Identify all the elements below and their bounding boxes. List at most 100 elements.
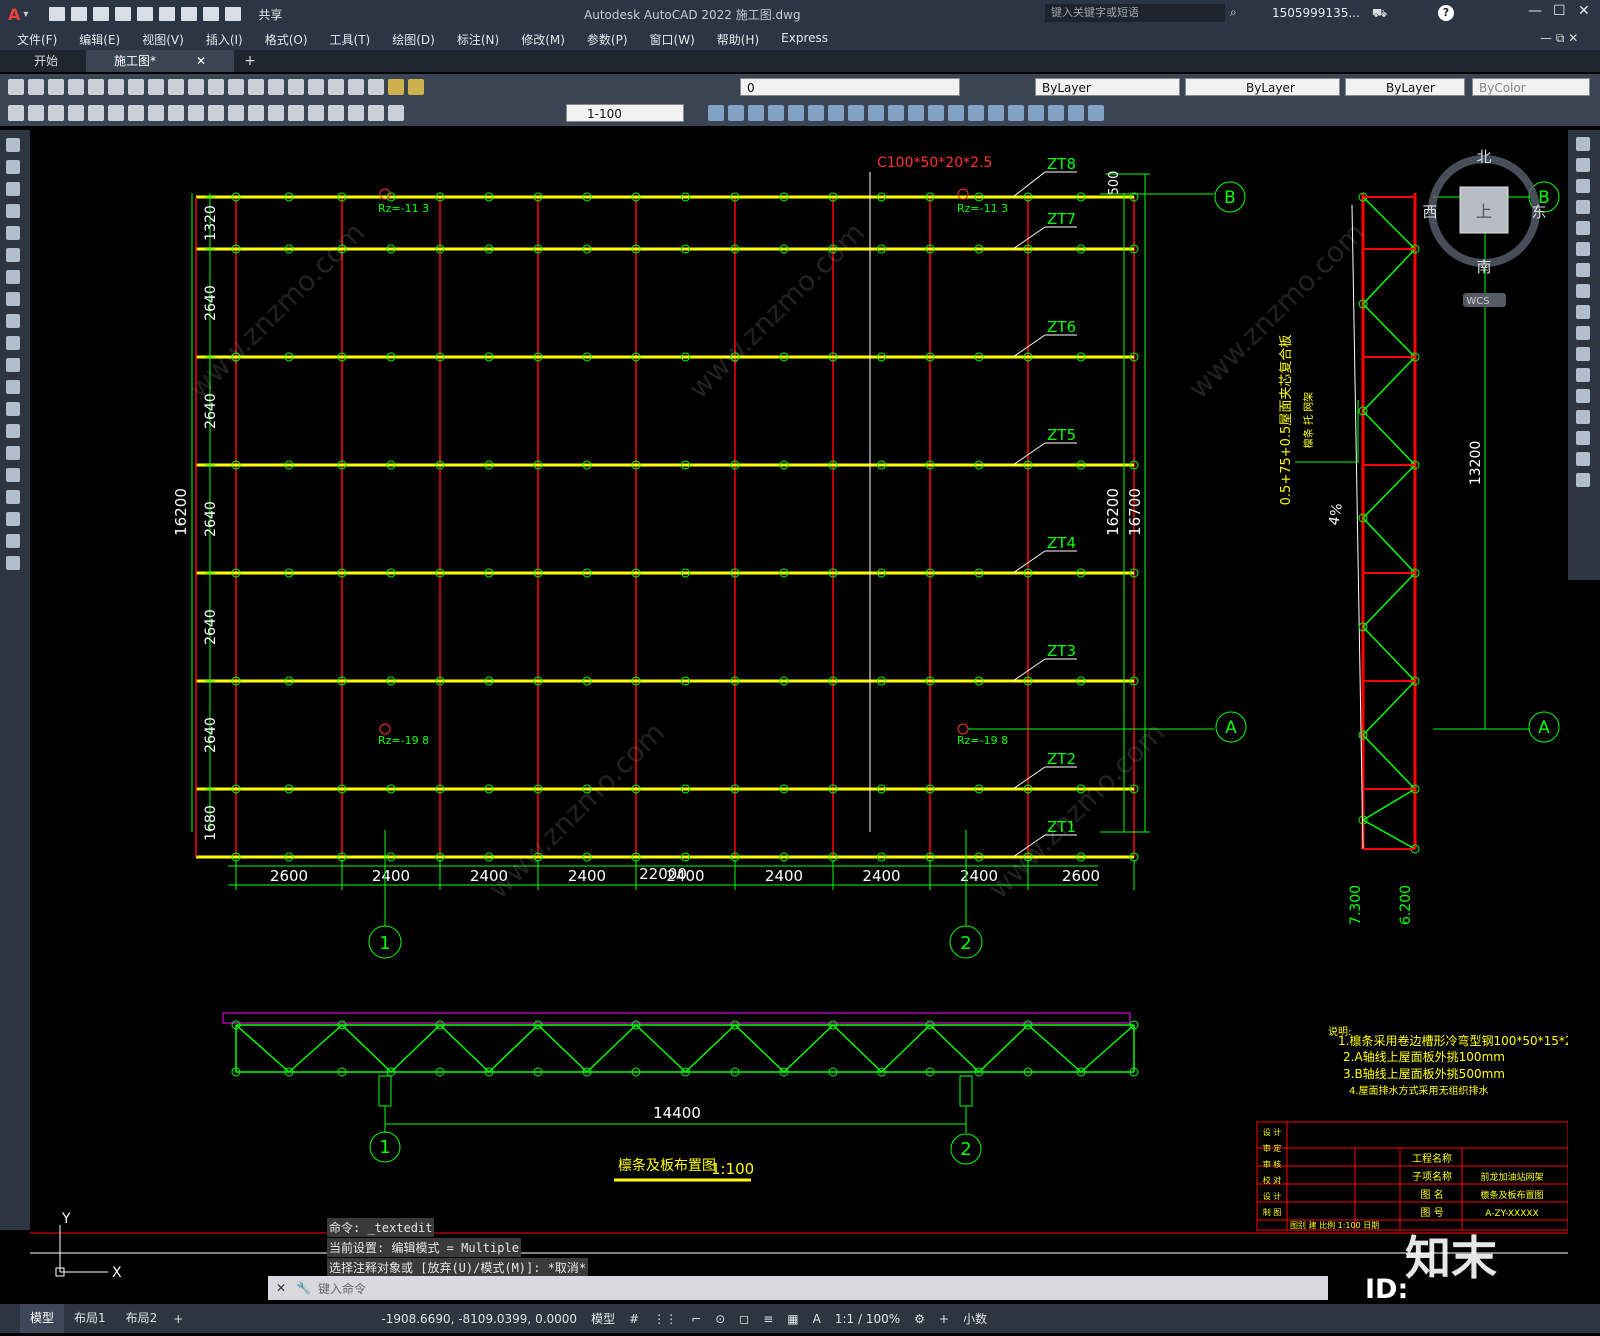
tab-drawing[interactable]: 施工图* ✕ <box>86 50 235 72</box>
dim-continue-icon[interactable] <box>208 105 224 121</box>
zoom-icon[interactable] <box>268 79 284 95</box>
menu-item-1[interactable]: 编辑(E) <box>68 31 131 48</box>
cut-icon[interactable] <box>128 79 144 95</box>
preview-icon[interactable] <box>88 79 104 95</box>
viewcube-east[interactable]: 东 <box>1531 203 1546 221</box>
redo-icon[interactable] <box>225 7 242 21</box>
save-icon[interactable] <box>93 7 110 21</box>
materials-icon[interactable] <box>1048 105 1064 121</box>
visual-style-icon[interactable] <box>988 105 1004 121</box>
viewcube-west[interactable]: 西 <box>1422 203 1437 221</box>
design-center-icon[interactable] <box>328 79 344 95</box>
new-icon[interactable] <box>8 79 24 95</box>
redo-toolbar-icon[interactable] <box>228 79 244 95</box>
save-as-icon[interactable] <box>115 7 132 21</box>
render-icon[interactable] <box>1008 105 1024 121</box>
orbit-icon[interactable] <box>908 105 924 121</box>
undo-icon[interactable] <box>203 7 220 21</box>
menu-item-0[interactable]: 文件(F) <box>6 31 68 48</box>
region-icon[interactable] <box>6 490 20 504</box>
transparency-icon[interactable]: ▦ <box>787 1312 798 1326</box>
open-icon[interactable] <box>28 79 44 95</box>
line-icon[interactable] <box>6 138 20 152</box>
arc-icon[interactable] <box>6 248 20 262</box>
menu-item-7[interactable]: 标注(N) <box>446 31 510 48</box>
pan-icon[interactable] <box>248 79 264 95</box>
dim-diameter-icon[interactable] <box>128 105 144 121</box>
dim-ordinate-icon[interactable] <box>68 105 84 121</box>
rotate-icon[interactable] <box>1576 263 1590 277</box>
copy-icon[interactable] <box>148 79 164 95</box>
tab-layout2[interactable]: 布局2 <box>116 1304 168 1333</box>
dim-jogged-icon[interactable] <box>108 105 124 121</box>
dim-style-dropdown[interactable]: 1-100 <box>566 104 684 122</box>
new-tab-icon[interactable]: + <box>244 53 256 69</box>
mirror-icon[interactable] <box>1576 179 1590 193</box>
view-nw-icon[interactable] <box>888 105 904 121</box>
units-dropdown[interactable]: 小数 <box>963 1310 987 1327</box>
menu-item-10[interactable]: 窗口(W) <box>639 31 706 48</box>
add-selected-icon[interactable] <box>6 556 20 570</box>
dim-update-icon[interactable] <box>388 105 404 121</box>
publish-icon[interactable] <box>108 79 124 95</box>
mtext-icon[interactable] <box>6 534 20 548</box>
dim-radius-icon[interactable] <box>88 105 104 121</box>
point-icon[interactable] <box>6 424 20 438</box>
lineweight-icon[interactable]: ≡ <box>763 1312 773 1326</box>
dim-edit-icon[interactable] <box>348 105 364 121</box>
tab-start[interactable]: 开始 <box>6 50 86 72</box>
layer-state-icon[interactable] <box>408 79 424 95</box>
color-dropdown[interactable]: ByLayer <box>1035 78 1180 96</box>
copy-object-icon[interactable] <box>1576 158 1590 172</box>
tool-palette-icon[interactable] <box>348 79 364 95</box>
hatch-icon[interactable] <box>6 446 20 460</box>
doc-restore-icon[interactable]: — ⧉ ✕ <box>1540 31 1578 46</box>
user-account[interactable]: 1505999135... <box>1272 6 1360 20</box>
dim-baseline-icon[interactable] <box>188 105 204 121</box>
print-icon[interactable] <box>68 79 84 95</box>
search-input[interactable]: 键入关键字或短语 <box>1045 4 1225 22</box>
move-icon[interactable] <box>1576 242 1590 256</box>
minimize-icon[interactable]: — <box>1528 3 1542 19</box>
open-web-icon[interactable] <box>137 7 154 21</box>
make-block-icon[interactable] <box>6 402 20 416</box>
annotation-scale[interactable]: 1:1 / 100% <box>835 1312 900 1326</box>
trim-icon[interactable] <box>1576 326 1590 340</box>
menu-item-9[interactable]: 参数(P) <box>576 31 639 48</box>
view-top-icon[interactable] <box>708 105 724 121</box>
layer-props-icon[interactable] <box>388 79 404 95</box>
polyline-icon[interactable] <box>6 182 20 196</box>
workspace-gear-icon[interactable]: ⚙ <box>914 1312 925 1326</box>
gradient-icon[interactable] <box>6 468 20 482</box>
quick-dim-icon[interactable] <box>168 105 184 121</box>
plot-icon[interactable] <box>181 7 198 21</box>
coordinates-readout[interactable]: -1908.6690, -8109.0399, 0.0000 <box>381 1312 577 1326</box>
scale-icon[interactable] <box>1576 284 1590 298</box>
ellipse-icon[interactable] <box>6 336 20 350</box>
ortho-icon[interactable]: ⌐ <box>691 1312 701 1326</box>
sun-icon[interactable] <box>1068 105 1084 121</box>
lights-icon[interactable] <box>1028 105 1044 121</box>
zoom-window-icon[interactable] <box>288 79 304 95</box>
break-icon[interactable] <box>1576 368 1590 382</box>
new-file-icon[interactable] <box>49 7 66 21</box>
extend-icon[interactable] <box>1576 347 1590 361</box>
revcloud-icon[interactable] <box>6 292 20 306</box>
view-se-icon[interactable] <box>848 105 864 121</box>
app-menu-chevron-icon[interactable]: ▾ <box>23 9 28 20</box>
command-line[interactable]: ✕ 🔧 键入命令 <box>268 1276 1328 1300</box>
tolerance-icon[interactable] <box>268 105 284 121</box>
linetype-dropdown[interactable]: ByLayer <box>1185 78 1340 96</box>
view-sw-icon[interactable] <box>828 105 844 121</box>
tab-close-icon[interactable]: ✕ <box>196 50 206 72</box>
inspection-icon[interactable] <box>308 105 324 121</box>
osnap-icon[interactable]: ◻ <box>739 1312 749 1326</box>
dim-space-icon[interactable] <box>228 105 244 121</box>
tab-layout1[interactable]: 布局1 <box>64 1304 116 1333</box>
model-space-button[interactable]: 模型 <box>591 1310 615 1327</box>
command-input[interactable]: 键入命令 <box>318 1280 366 1297</box>
view-back-icon[interactable] <box>808 105 824 121</box>
dim-arc-icon[interactable] <box>48 105 64 121</box>
view-right-icon[interactable] <box>768 105 784 121</box>
autocad-logo-icon[interactable]: A <box>8 5 20 24</box>
